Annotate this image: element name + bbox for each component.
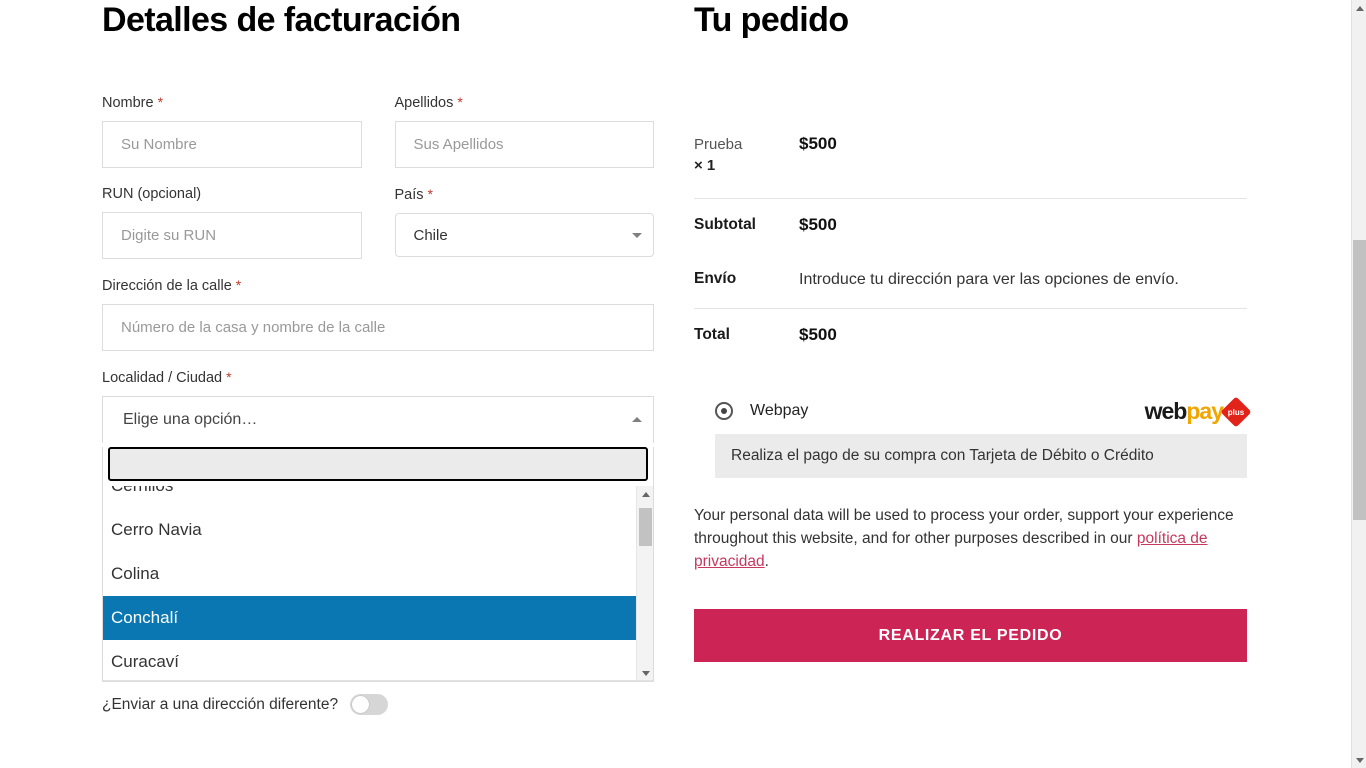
localidad-selected-value: Elige una opción… — [123, 411, 258, 428]
label-pais-text: País — [394, 187, 424, 203]
browser-scrollbar[interactable] — [1351, 0, 1366, 768]
subtotal-value: $500 — [799, 215, 837, 234]
ship-to-different-address-toggle[interactable] — [350, 694, 389, 715]
webpay-logo-icon: web pay plus — [1144, 395, 1252, 428]
total-value: $500 — [799, 325, 837, 344]
list-item[interactable]: Curacaví — [103, 640, 637, 680]
order-review-table: Prueba × 1 $500 Subtotal $500 Envío Intr… — [694, 118, 1247, 363]
shipping-label: Envío — [694, 270, 737, 287]
billing-row-direccion: Dirección de la calle * — [102, 276, 654, 351]
order-item-name-cell: Prueba × 1 — [694, 134, 799, 176]
list-item-selected[interactable]: Conchalí — [103, 596, 637, 640]
table-row: Prueba × 1 $500 — [694, 118, 1247, 199]
dropdown-scrollbar[interactable] — [636, 486, 653, 680]
label-pais: País * — [395, 185, 655, 204]
webpay-logo-web: web — [1144, 398, 1188, 424]
pais-selected-value: Chile — [413, 226, 448, 244]
required-star: * — [235, 277, 242, 293]
pais-select[interactable]: Chile — [394, 213, 654, 257]
nombre-input[interactable] — [102, 121, 362, 168]
field-run: RUN (opcional) — [102, 185, 362, 259]
shipping-value: Introduce tu dirección para ver las opci… — [799, 271, 1179, 288]
localidad-option-items: Cerrillos Cerro Navia Colina Conchalí Cu… — [103, 486, 637, 680]
chevron-down-icon — [632, 233, 642, 238]
chevron-up-icon — [632, 417, 642, 422]
label-nombre-text: Nombre — [102, 95, 154, 111]
scrollbar-down-arrow-icon[interactable] — [1352, 752, 1366, 768]
billing-details-section: Detalles de facturación Nombre * Apellid… — [102, 0, 654, 715]
scroll-down-arrow-icon[interactable] — [637, 665, 653, 680]
billing-row-run-pais: RUN (opcional) País * Chile — [102, 185, 654, 259]
webpay-description: Realiza el pago de su compra con Tarjeta… — [715, 434, 1247, 478]
scrollbar-up-arrow-icon[interactable] — [1352, 0, 1366, 16]
localidad-option-list[interactable]: Cerrillos Cerro Navia Colina Conchalí Cu… — [103, 486, 653, 681]
localidad-combobox: Elige una opción… Cerrillos Cerro Navia … — [102, 396, 654, 682]
label-nombre: Nombre * — [102, 93, 362, 112]
label-direccion-text: Dirección de la calle — [102, 278, 232, 294]
required-star: * — [157, 94, 164, 110]
order-item-price: $500 — [799, 134, 837, 153]
payment-methods: Webpay web pay plus Realiza el pago de su… — [694, 395, 1252, 478]
order-title: Tu pedido — [694, 1, 849, 39]
list-item[interactable]: Colina — [103, 552, 637, 596]
direccion-input[interactable] — [102, 304, 654, 351]
table-row-subtotal: Subtotal $500 — [694, 199, 1247, 253]
scroll-up-arrow-icon[interactable] — [637, 486, 653, 502]
field-direccion: Dirección de la calle * — [102, 276, 654, 351]
required-star: * — [427, 186, 433, 202]
label-apellidos: Apellidos * — [395, 93, 655, 112]
localidad-search-input[interactable] — [108, 447, 648, 481]
localidad-dropdown-panel: Cerrillos Cerro Navia Colina Conchalí Cu… — [102, 447, 654, 682]
privacy-text-after: . — [764, 553, 769, 570]
dropdown-scrollbar-thumb[interactable] — [639, 508, 652, 546]
place-order-button[interactable]: REALIZAR EL PEDIDO — [694, 609, 1247, 662]
webpay-plus-badge-text: plus — [1227, 407, 1245, 416]
table-row-shipping: Envío Introduce tu dirección para ver la… — [694, 253, 1247, 309]
localidad-combobox-toggle[interactable]: Elige una opción… — [102, 396, 654, 443]
list-item[interactable]: Cerrillos — [103, 486, 637, 508]
order-item-name: Prueba — [694, 136, 743, 153]
ship-to-different-address-row: ¿Enviar a una dirección diferente? — [102, 694, 654, 715]
label-localidad-text: Localidad / Ciudad — [102, 370, 223, 386]
privacy-policy-text: Your personal data will be used to proce… — [694, 504, 1234, 573]
required-star: * — [226, 369, 232, 385]
field-apellidos: Apellidos * — [394, 93, 655, 168]
page-title: Detalles de facturación — [102, 1, 461, 39]
field-nombre: Nombre * — [102, 93, 362, 168]
payment-method-webpay[interactable]: Webpay web pay plus — [694, 395, 1252, 428]
field-pais: País * Chile — [394, 185, 655, 259]
webpay-plus-badge-icon: plus — [1220, 395, 1252, 428]
label-direccion: Dirección de la calle * — [102, 276, 654, 295]
total-label: Total — [694, 326, 730, 343]
label-apellidos-text: Apellidos — [394, 95, 454, 111]
browser-scrollbar-thumb[interactable] — [1353, 240, 1366, 520]
toggle-knob — [352, 696, 370, 713]
webpay-label: Webpay — [750, 402, 809, 419]
webpay-radio[interactable] — [715, 402, 733, 420]
apellidos-input[interactable] — [394, 121, 654, 168]
label-run: RUN (opcional) — [102, 186, 202, 202]
webpay-logo-pay: pay — [1186, 398, 1224, 424]
ship-to-different-address-label: ¿Enviar a una dirección diferente? — [102, 695, 339, 713]
required-star: * — [457, 94, 463, 110]
table-row-total: Total $500 — [694, 309, 1247, 363]
subtotal-label: Subtotal — [694, 216, 756, 233]
run-input[interactable] — [102, 212, 362, 259]
checkout-page: Detalles de facturación Nombre * Apellid… — [0, 0, 1366, 768]
radio-dot-icon — [721, 408, 727, 414]
list-item[interactable]: Cerro Navia — [103, 508, 637, 552]
order-summary-section: Tu pedido Prueba × 1 $500 Subtotal $500 … — [694, 0, 1252, 662]
order-item-quantity: × 1 — [694, 157, 716, 174]
billing-row-localidad: Localidad / Ciudad * Elige una opción… C… — [102, 368, 654, 682]
billing-row-name: Nombre * Apellidos * — [102, 93, 654, 168]
label-localidad: Localidad / Ciudad * — [102, 368, 654, 387]
